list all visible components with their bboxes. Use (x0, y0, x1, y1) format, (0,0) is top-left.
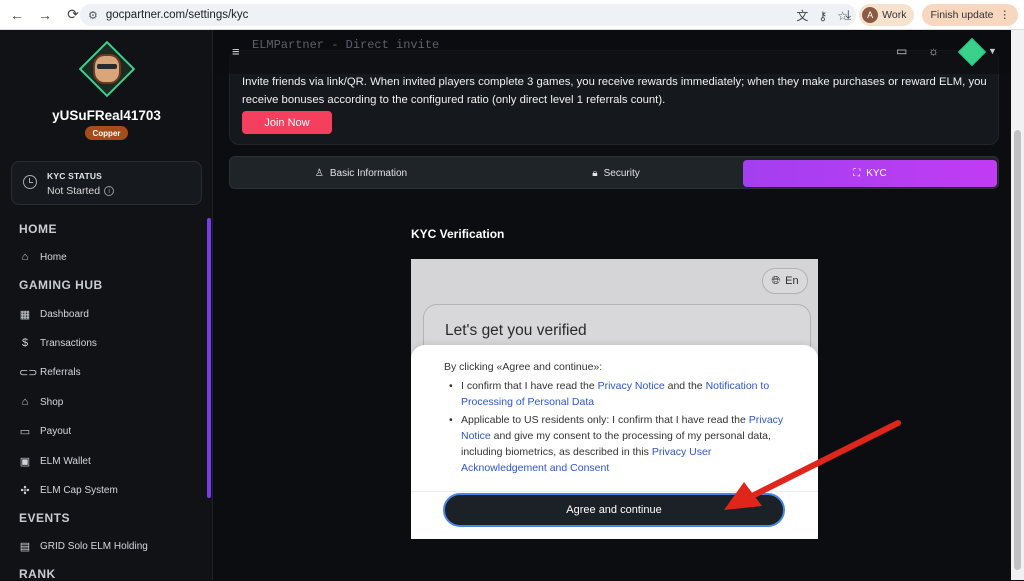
tab-label: Basic Information (329, 168, 408, 179)
consent-text: and the (664, 380, 706, 392)
consent-list: I confirm that I have read the Privacy N… (449, 378, 784, 478)
finish-update-label: Finish update (930, 9, 994, 21)
agree-and-continue-button[interactable]: Agree and continue (443, 493, 785, 527)
calendar-icon: ▤ (19, 541, 31, 553)
sidebar-item-label: ELM Cap System (40, 485, 118, 496)
profile-avatar: A (862, 7, 879, 23)
consent-item: I confirm that I have read the Privacy N… (449, 378, 784, 410)
nav-section-home: HOME (19, 222, 57, 236)
consent-item: Applicable to US residents only: I confi… (449, 412, 784, 476)
browser-toolbar: ← → ⟳ ⚙ gocpartner.com/settings/kyc 文 ⚷ … (0, 0, 1024, 30)
sidebar-item-referrals[interactable]: ⊂⊃ Referrals (19, 366, 81, 379)
lock-icon: 🔒︎ (592, 168, 598, 179)
back-icon[interactable]: ← (6, 4, 28, 26)
profile-label: Work (882, 9, 907, 21)
nav-section-rank: RANK (19, 567, 56, 581)
sidebar-item-grid-solo[interactable]: ▤ GRID Solo ELM Holding (19, 540, 148, 553)
site-info-icon[interactable]: ⚙ (88, 9, 98, 22)
sidebar-item-payout[interactable]: ▭ Payout (19, 425, 71, 438)
sidebar-item-elm-wallet[interactable]: ▣ ELM Wallet (19, 455, 91, 468)
tab-security[interactable]: 🔒︎ Security (489, 160, 743, 187)
chevron-down-icon[interactable]: ▼ (988, 46, 997, 56)
shop-icon: ⌂ (21, 396, 29, 408)
link-icon: ⊂⊃ (19, 367, 38, 379)
cap-system-icon: ✣ (20, 485, 30, 497)
theme-toggle-icon[interactable]: ☼ (928, 44, 939, 58)
tab-kyc[interactable]: ⛶ KYC (743, 160, 997, 187)
kyc-status-text: Not Started (47, 185, 101, 197)
dollar-icon: $ (21, 337, 29, 349)
divider (411, 491, 818, 492)
kyc-verification-frame: Let's get you verified 🌐︎ En By clicking… (411, 259, 818, 539)
sidebar-item-shop[interactable]: ⌂ Shop (19, 396, 64, 408)
page-scrollbar[interactable] (1011, 30, 1024, 580)
sidebar-item-home[interactable]: ⌂ Home (19, 251, 67, 263)
sidebar-item-label: Home (40, 251, 67, 263)
kyc-status-value: Not Started i (47, 185, 115, 197)
consent-text: I confirm that I have read the (461, 380, 598, 392)
consent-intro: By clicking «Agree and continue»: (444, 361, 603, 373)
wallet-icon[interactable]: ▭ (896, 44, 907, 58)
tab-basic-information[interactable]: ♙ Basic Information (233, 160, 489, 187)
tab-label: KYC (866, 168, 887, 179)
page-title-ghost: ELMPartner - Direct invite (252, 38, 440, 52)
scan-icon: ⛶ (853, 168, 861, 179)
kyc-status-title: KYC STATUS (47, 171, 103, 181)
key-icon[interactable]: ⚷ (818, 9, 827, 23)
more-icon: ⋮ (999, 9, 1011, 21)
page-scrollbar-thumb[interactable] (1014, 130, 1021, 570)
sidebar-item-label: Payout (40, 426, 72, 437)
wallet-icon: ▣ (19, 456, 31, 468)
sidebar: yUSuFReal41703 Copper KYC STATUS Not Sta… (0, 30, 213, 581)
forward-icon[interactable]: → (34, 4, 56, 26)
consent-text: and give my consent to the processing of… (461, 430, 771, 458)
invite-description: Invite friends via link/QR. When invited… (242, 76, 987, 106)
avatar-face (93, 54, 121, 84)
kyc-status-card: KYC STATUS Not Started i (11, 161, 202, 205)
top-bar: ≡ ELMPartner - Direct invite ▭ ☼ ▼ (214, 30, 1010, 74)
sidebar-item-elm-cap-system[interactable]: ✣ ELM Cap System (19, 484, 118, 497)
payout-icon: ▭ (19, 426, 31, 438)
sidebar-item-label: Transactions (40, 337, 97, 349)
translate-icon[interactable]: 文 (796, 7, 808, 24)
user-avatar[interactable] (957, 37, 987, 67)
username: yUSuFReal41703 (52, 108, 161, 123)
avatar (78, 40, 136, 98)
sidebar-scrollbar[interactable] (207, 218, 211, 498)
consent-sheet: By clicking «Agree and continue»: I conf… (411, 345, 818, 539)
sidebar-item-transactions[interactable]: $ Transactions (19, 337, 97, 349)
sidebar-item-label: Shop (40, 396, 64, 408)
main-content: Invite friends via link/QR. When invited… (214, 30, 1010, 580)
privacy-notice-link[interactable]: Privacy Notice (598, 380, 665, 392)
rank-badge: Copper (85, 126, 128, 140)
dashboard-icon: ▦ (19, 309, 31, 321)
sidebar-item-label: Referrals (40, 367, 81, 378)
consent-text: Applicable to US residents only: I confi… (461, 414, 749, 426)
sidebar-item-label: ELM Wallet (40, 456, 91, 467)
download-icon[interactable]: ⤓ (845, 7, 851, 23)
finish-update-button[interactable]: Finish update ⋮ (922, 4, 1018, 26)
profile-chip[interactable]: A Work (859, 4, 915, 26)
sidebar-item-label: Dashboard (40, 309, 89, 320)
nav-section-events: EVENTS (19, 511, 71, 525)
sidebar-item-label: GRID Solo ELM Holding (40, 541, 148, 552)
kyc-heading: KYC Verification (411, 227, 505, 241)
sidebar-item-dashboard[interactable]: ▦ Dashboard (19, 308, 89, 321)
join-now-button[interactable]: Join Now (242, 111, 332, 134)
home-icon: ⌂ (21, 251, 29, 263)
url-text[interactable]: gocpartner.com/settings/kyc (106, 9, 249, 21)
menu-icon[interactable]: ≡ (232, 44, 240, 59)
user-icon: ♙ (314, 168, 324, 179)
settings-tabs: ♙ Basic Information 🔒︎ Security ⛶ KYC (229, 156, 999, 189)
clock-icon (23, 175, 37, 189)
nav-section-gaming-hub: GAMING HUB (19, 278, 103, 292)
tab-label: Security (603, 168, 640, 179)
address-bar[interactable]: ⚙ gocpartner.com/settings/kyc 文 ⚷ ☆ (80, 4, 856, 26)
info-icon[interactable]: i (104, 186, 115, 197)
